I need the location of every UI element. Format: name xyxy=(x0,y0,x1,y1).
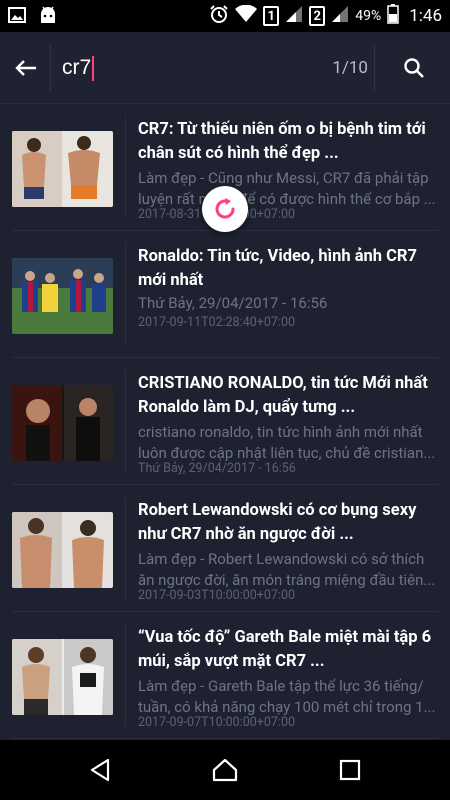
refresh-icon xyxy=(215,198,235,219)
search-app-bar: 1/10 xyxy=(0,32,450,104)
triangle-back-icon xyxy=(90,758,110,782)
nav-back-button[interactable] xyxy=(84,754,116,786)
sim2-indicator: 2 xyxy=(309,6,326,26)
article-title: CR7: Từ thiếu niên ốm o bị bệnh tim tới … xyxy=(138,120,426,163)
divider xyxy=(50,44,51,92)
article-description: Làm đẹp - Gareth Bale tập thể lực 36 tiế… xyxy=(138,677,436,716)
divider xyxy=(125,497,126,600)
search-icon xyxy=(404,58,424,78)
divider xyxy=(374,44,375,92)
article-date: 2017-08-31T10:00:00+07:00 xyxy=(138,207,438,222)
nav-recents-button[interactable] xyxy=(334,754,366,786)
list-item[interactable]: Ronaldo: Tin tức, Video, hình ảnh CR7 mớ… xyxy=(12,231,438,358)
alarm-icon xyxy=(209,4,229,28)
nav-home-button[interactable] xyxy=(209,754,241,786)
refresh-button[interactable] xyxy=(202,186,248,232)
arrow-back-icon xyxy=(15,60,36,76)
article-title: CRISTIANO RONALDO, tin tức Mới nhất Rona… xyxy=(138,374,428,417)
wifi-icon xyxy=(235,4,258,27)
article-date: 2017-09-07T10:00:00+07:00 xyxy=(138,715,295,730)
divider xyxy=(125,116,126,219)
article-title: “Vua tốc độ” Gareth Bale miệt mài tập 6 … xyxy=(138,628,432,671)
thumbnail-image xyxy=(12,385,113,461)
article-description: Làm đẹp - Cũng như Messi, CR7 đã phải tậ… xyxy=(138,169,436,208)
divider xyxy=(125,370,126,473)
clock: 1:46 xyxy=(409,6,442,26)
article-date: Thứ Bảy, 29/04/2017 - 16:56 xyxy=(138,461,296,476)
result-counter: 1/10 xyxy=(332,58,368,78)
battery-percent: 49% xyxy=(355,8,382,24)
divider xyxy=(125,243,126,346)
thumbnail-image xyxy=(12,639,113,715)
status-bar: 1 2 49% 1:46 xyxy=(0,0,450,32)
thumbnail-image xyxy=(12,131,113,207)
sim1-indicator: 1 xyxy=(263,6,280,26)
battery-icon xyxy=(387,4,399,28)
android-notification-icon xyxy=(38,6,58,28)
article-title: Robert Lewandowski có cơ bụng sexy như C… xyxy=(138,501,417,544)
thumbnail-image xyxy=(12,512,113,588)
list-item[interactable]: CRISTIANO RONALDO, tin tức Mới nhất Rona… xyxy=(12,358,438,485)
article-description: Thứ Bảy, 29/04/2017 - 16:56 xyxy=(138,294,328,312)
back-button[interactable] xyxy=(10,52,42,84)
home-icon xyxy=(212,758,238,782)
text-cursor xyxy=(92,56,94,81)
list-item[interactable]: “Vua tốc độ” Gareth Bale miệt mài tập 6 … xyxy=(12,612,438,739)
system-navigation-bar xyxy=(0,740,450,800)
article-date: 2017-09-11T02:28:40+07:00 xyxy=(138,315,295,330)
article-date: 2017-09-03T10:00:00+07:00 xyxy=(138,588,295,603)
signal-icon-1 xyxy=(285,5,303,27)
recents-square-icon xyxy=(339,759,361,781)
search-button[interactable] xyxy=(400,54,428,82)
divider xyxy=(125,624,126,727)
article-description: Làm đẹp - Robert Lewandowski có sở thích… xyxy=(138,550,436,589)
article-description: cristiano ronaldo, tin tức hình ảnh mới … xyxy=(138,423,436,462)
list-item[interactable]: Robert Lewandowski có cơ bụng sexy như C… xyxy=(12,485,438,612)
gallery-notification-icon xyxy=(8,6,26,28)
thumbnail-image xyxy=(12,258,113,334)
signal-icon-2 xyxy=(331,5,349,27)
article-title: Ronaldo: Tin tức, Video, hình ảnh CR7 mớ… xyxy=(138,247,417,290)
